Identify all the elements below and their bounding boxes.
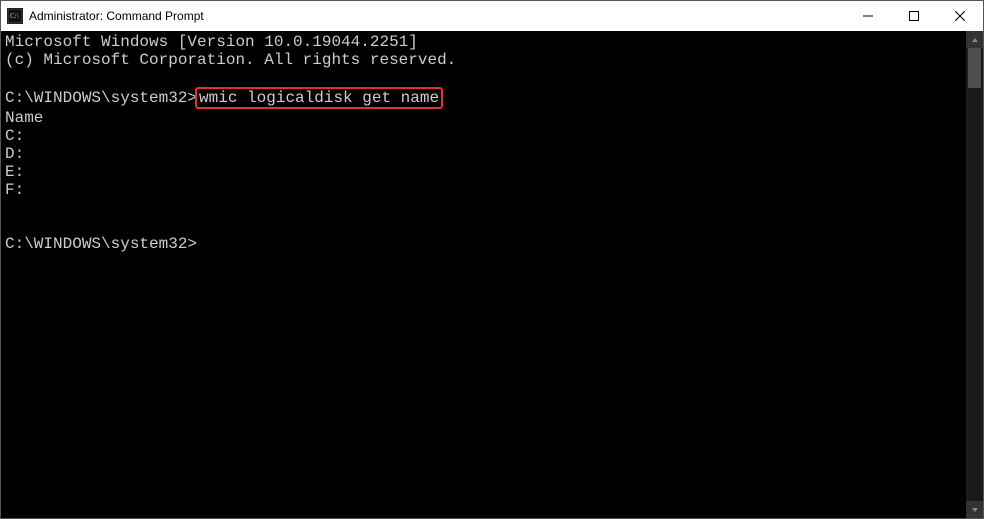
output-row: C: (5, 127, 962, 145)
prompt-line-1: C:\WINDOWS\system32>wmic logicaldisk get… (5, 87, 962, 109)
prompt-path: C:\WINDOWS\system32> (5, 235, 197, 253)
titlebar[interactable]: C:\ Administrator: Command Prompt (1, 1, 983, 31)
terminal-output[interactable]: Microsoft Windows [Version 10.0.19044.22… (1, 31, 966, 518)
terminal-area: Microsoft Windows [Version 10.0.19044.22… (1, 31, 983, 518)
close-button[interactable] (937, 1, 983, 31)
cmd-icon: C:\ (7, 8, 23, 24)
version-line: Microsoft Windows [Version 10.0.19044.22… (5, 33, 962, 51)
blank-line (5, 199, 962, 217)
prompt-line-2[interactable]: C:\WINDOWS\system32> (5, 235, 962, 253)
minimize-button[interactable] (845, 1, 891, 31)
scroll-up-button[interactable] (966, 31, 983, 48)
scroll-thumb[interactable] (968, 48, 981, 88)
blank-line (5, 217, 962, 235)
command-prompt-window: C:\ Administrator: Command Prompt Micros… (0, 0, 984, 519)
command-text: wmic logicaldisk get name (199, 89, 439, 107)
maximize-button[interactable] (891, 1, 937, 31)
blank-line (5, 69, 962, 87)
scroll-down-button[interactable] (966, 501, 983, 518)
output-row: D: (5, 145, 962, 163)
output-row: F: (5, 181, 962, 199)
command-highlight-box: wmic logicaldisk get name (195, 87, 443, 109)
window-title: Administrator: Command Prompt (29, 9, 204, 23)
scroll-track[interactable] (966, 48, 983, 501)
prompt-path: C:\WINDOWS\system32> (5, 89, 197, 107)
copyright-line: (c) Microsoft Corporation. All rights re… (5, 51, 962, 69)
vertical-scrollbar[interactable] (966, 31, 983, 518)
window-controls (845, 1, 983, 31)
output-column-header: Name (5, 109, 962, 127)
output-row: E: (5, 163, 962, 181)
svg-text:C:\: C:\ (10, 12, 19, 20)
